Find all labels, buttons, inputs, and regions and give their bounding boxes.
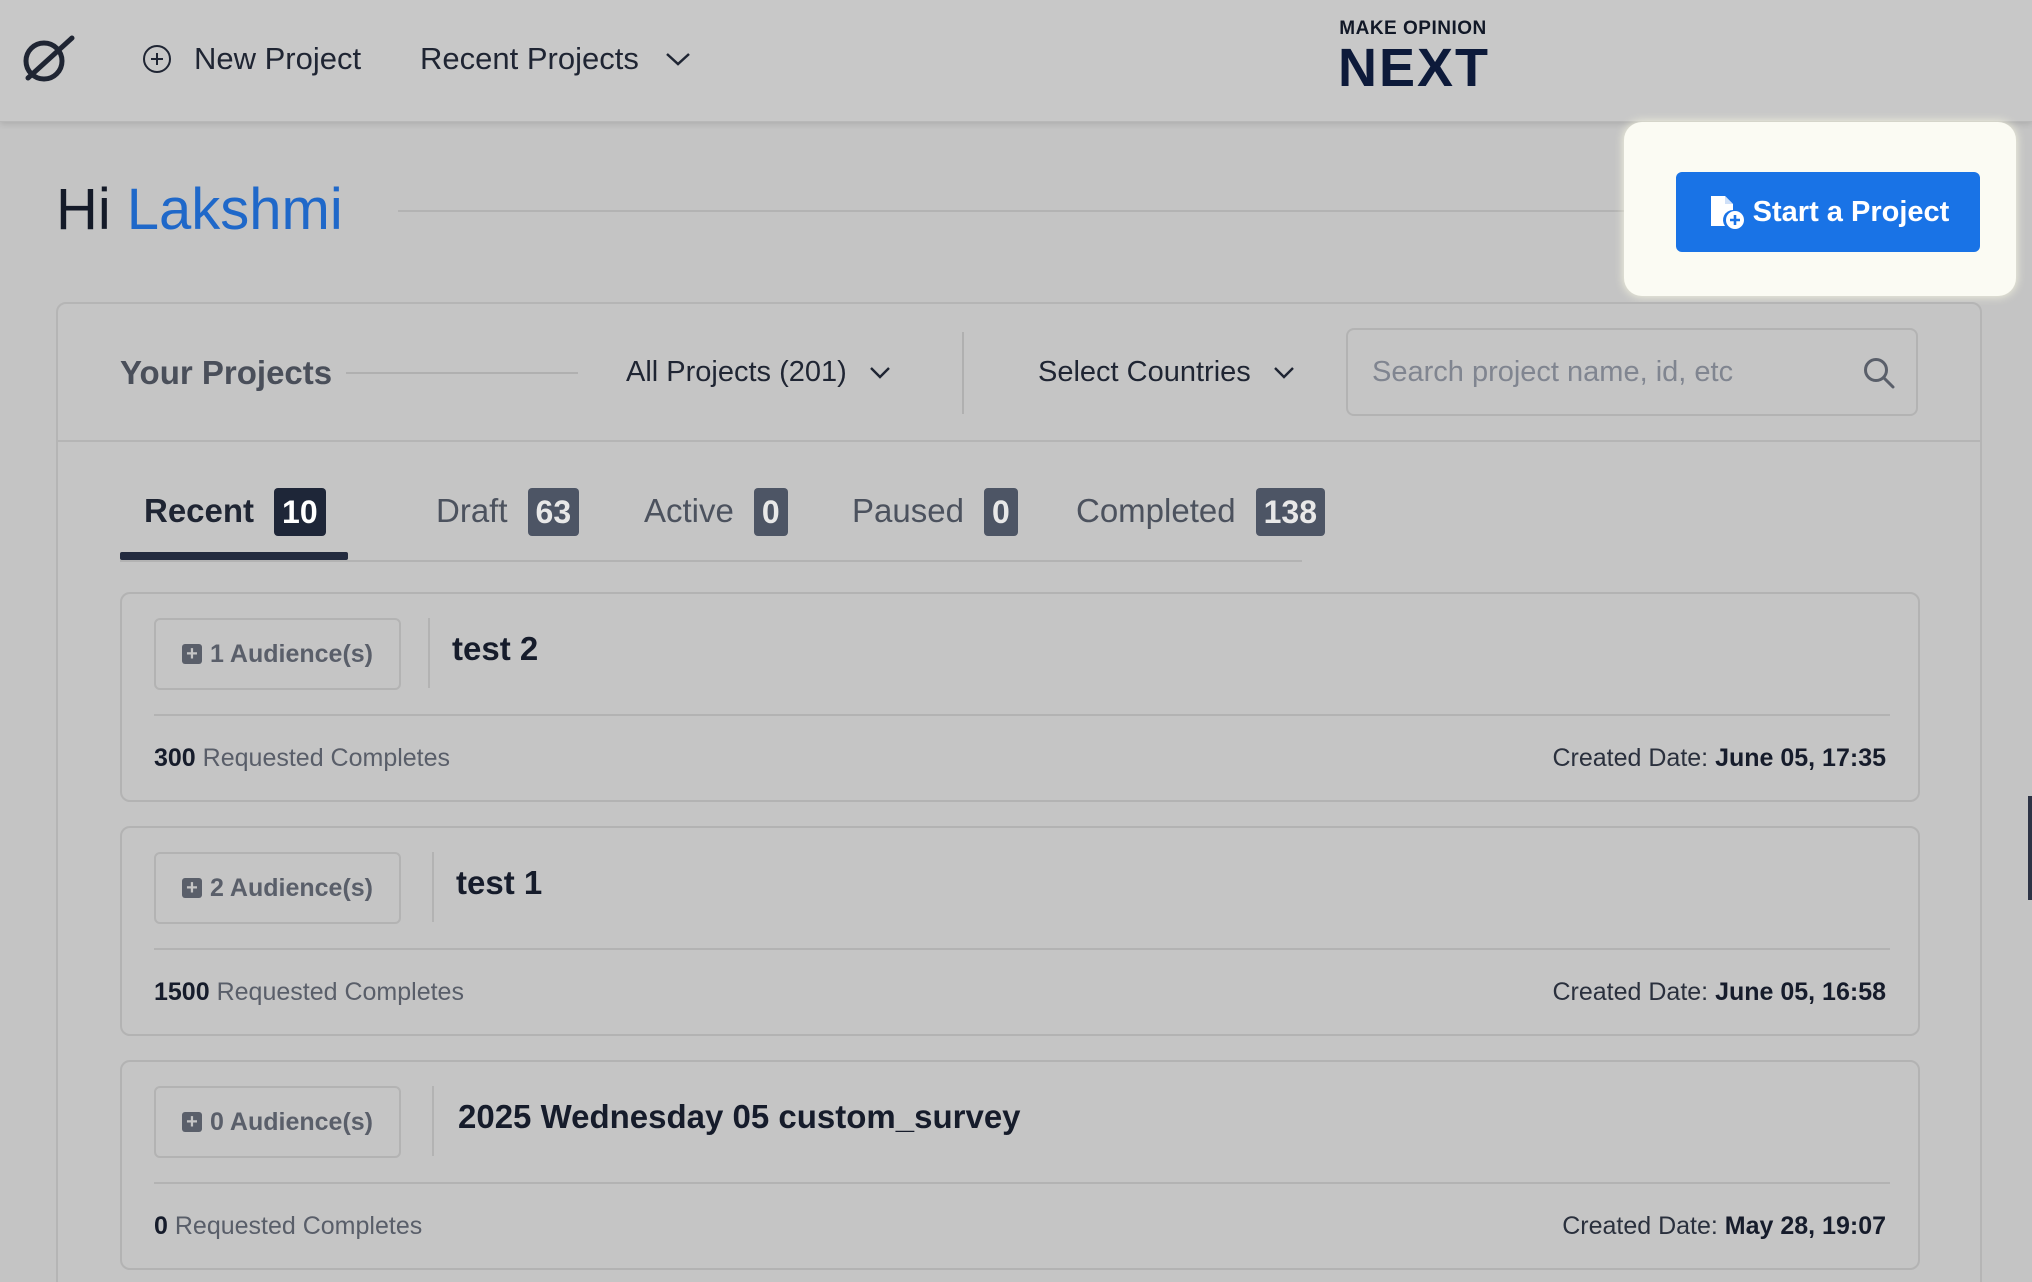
app-logo-icon[interactable] (18, 32, 76, 86)
requested-completes: 300 Requested Completes (154, 744, 450, 773)
audiences-button[interactable]: + 2 Audience(s) (154, 852, 402, 924)
brand-top-text: MAKE OPINION (1339, 18, 1487, 39)
tab-label: Draft (436, 492, 508, 529)
project-card[interactable]: + 1 Audience(s) test 2 300 Requested Com… (120, 592, 1920, 802)
card-divider (428, 618, 430, 688)
count-badge: 0 (753, 488, 788, 536)
start-project-label: Start a Project (1752, 195, 1950, 228)
file-add-icon (1710, 196, 1744, 229)
requested-label: Requested Completes (216, 978, 464, 1006)
new-project-label: New Project (194, 41, 362, 76)
filter-divider (962, 332, 964, 414)
created-date: Created Date: May 28, 19:07 (1562, 1212, 1886, 1241)
all-projects-label: All Projects (201) (626, 356, 847, 388)
requested-count: 1500 (154, 978, 210, 1006)
start-project-button[interactable]: Start a Project (1676, 172, 1980, 252)
created-label: Created Date: (1562, 1212, 1718, 1240)
requested-completes: 1500 Requested Completes (154, 978, 464, 1007)
tab-label: Recent (144, 492, 255, 529)
audiences-button[interactable]: + 0 Audience(s) (154, 1086, 402, 1158)
brand-main-text: NEXT (1338, 38, 1491, 98)
created-value: June 05, 16:58 (1715, 978, 1886, 1006)
project-title[interactable]: test 1 (456, 864, 542, 902)
tab-label: Active (644, 492, 734, 529)
requested-label: Requested Completes (202, 744, 451, 772)
tab-completed[interactable]: Completed 138 (1076, 488, 1325, 560)
tab-recent[interactable]: Recent 10 (144, 488, 326, 560)
created-label: Created Date: (1552, 744, 1709, 772)
audiences-label: 1 Audience(s) (210, 639, 374, 668)
search-icon[interactable] (1862, 356, 1896, 390)
created-value: June 05, 17:35 (1715, 744, 1886, 772)
card-divider (432, 1086, 434, 1156)
tab-draft[interactable]: Draft 63 (436, 488, 580, 560)
created-date: Created Date: June 05, 17:35 (1552, 744, 1886, 773)
search-box (1346, 328, 1918, 416)
count-badge: 63 (527, 488, 580, 536)
chevron-down-icon (869, 366, 890, 379)
projects-panel: Your Projects All Projects (201) Select … (56, 302, 1982, 1282)
count-badge: 138 (1255, 488, 1325, 536)
created-value: May 28, 19:07 (1724, 1212, 1886, 1240)
created-label: Created Date: (1552, 978, 1709, 1006)
new-project-link[interactable]: New Project (142, 38, 361, 80)
project-title[interactable]: 2025 Wednesday 05 custom_survey (458, 1098, 1021, 1136)
requested-completes: 0 Requested Completes (154, 1212, 422, 1241)
heading-divider (346, 372, 578, 374)
project-title[interactable]: test 2 (452, 630, 538, 668)
scrollbar-thumb[interactable] (2028, 796, 2032, 900)
plus-circle-icon (143, 45, 171, 73)
tab-label: Completed (1076, 492, 1236, 529)
project-tabs: Recent 10 Draft 63 Active 0 Paused 0 Com… (120, 488, 1325, 562)
created-date: Created Date: June 05, 16:58 (1552, 978, 1886, 1007)
plus-square-icon: + (182, 644, 202, 664)
tab-paused[interactable]: Paused 0 (852, 488, 1018, 560)
greeting-hi: Hi (56, 177, 111, 242)
greeting: Hi Lakshmi (56, 176, 343, 243)
select-countries-label: Select Countries (1038, 356, 1251, 388)
project-card[interactable]: + 0 Audience(s) 2025 Wednesday 05 custom… (120, 1060, 1920, 1270)
brand-logo: MAKE OPINION NEXT (1338, 18, 1488, 98)
requested-count: 0 (154, 1212, 168, 1240)
recent-projects-label: Recent Projects (420, 41, 639, 76)
audiences-label: 0 Audience(s) (210, 1107, 374, 1136)
plus-square-icon: + (182, 878, 202, 898)
card-separator (154, 714, 1890, 716)
your-projects-heading: Your Projects (120, 354, 333, 391)
active-tab-indicator (120, 552, 348, 560)
plus-square-icon: + (182, 1112, 202, 1132)
tab-active[interactable]: Active 0 (644, 488, 788, 560)
requested-count: 300 (154, 744, 196, 772)
card-divider (432, 852, 434, 922)
all-projects-filter[interactable]: All Projects (201) (626, 356, 891, 389)
select-countries-dropdown[interactable]: Select Countries (1038, 356, 1295, 389)
requested-label: Requested Completes (174, 1212, 423, 1240)
chevron-down-icon (665, 53, 690, 66)
greeting-divider (398, 210, 1638, 212)
audiences-button[interactable]: + 1 Audience(s) (154, 618, 402, 690)
cta-highlight: Start a Project (1624, 122, 2016, 296)
tab-label: Paused (852, 492, 964, 529)
card-separator (154, 1182, 1890, 1184)
recent-projects-dropdown[interactable]: Recent Projects (420, 38, 691, 80)
user-name: Lakshmi (126, 177, 343, 242)
search-input[interactable] (1372, 350, 1842, 394)
audiences-label: 2 Audience(s) (210, 873, 374, 902)
card-separator (154, 948, 1890, 950)
chevron-down-icon (1273, 366, 1294, 379)
count-badge: 0 (983, 488, 1018, 536)
count-badge: 10 (274, 488, 326, 536)
projects-toolbar: Your Projects All Projects (201) Select … (58, 304, 1980, 442)
top-nav: New Project Recent Projects MAKE OPINION… (0, 0, 2032, 122)
project-card[interactable]: + 2 Audience(s) test 1 1500 Requested Co… (120, 826, 1920, 1036)
